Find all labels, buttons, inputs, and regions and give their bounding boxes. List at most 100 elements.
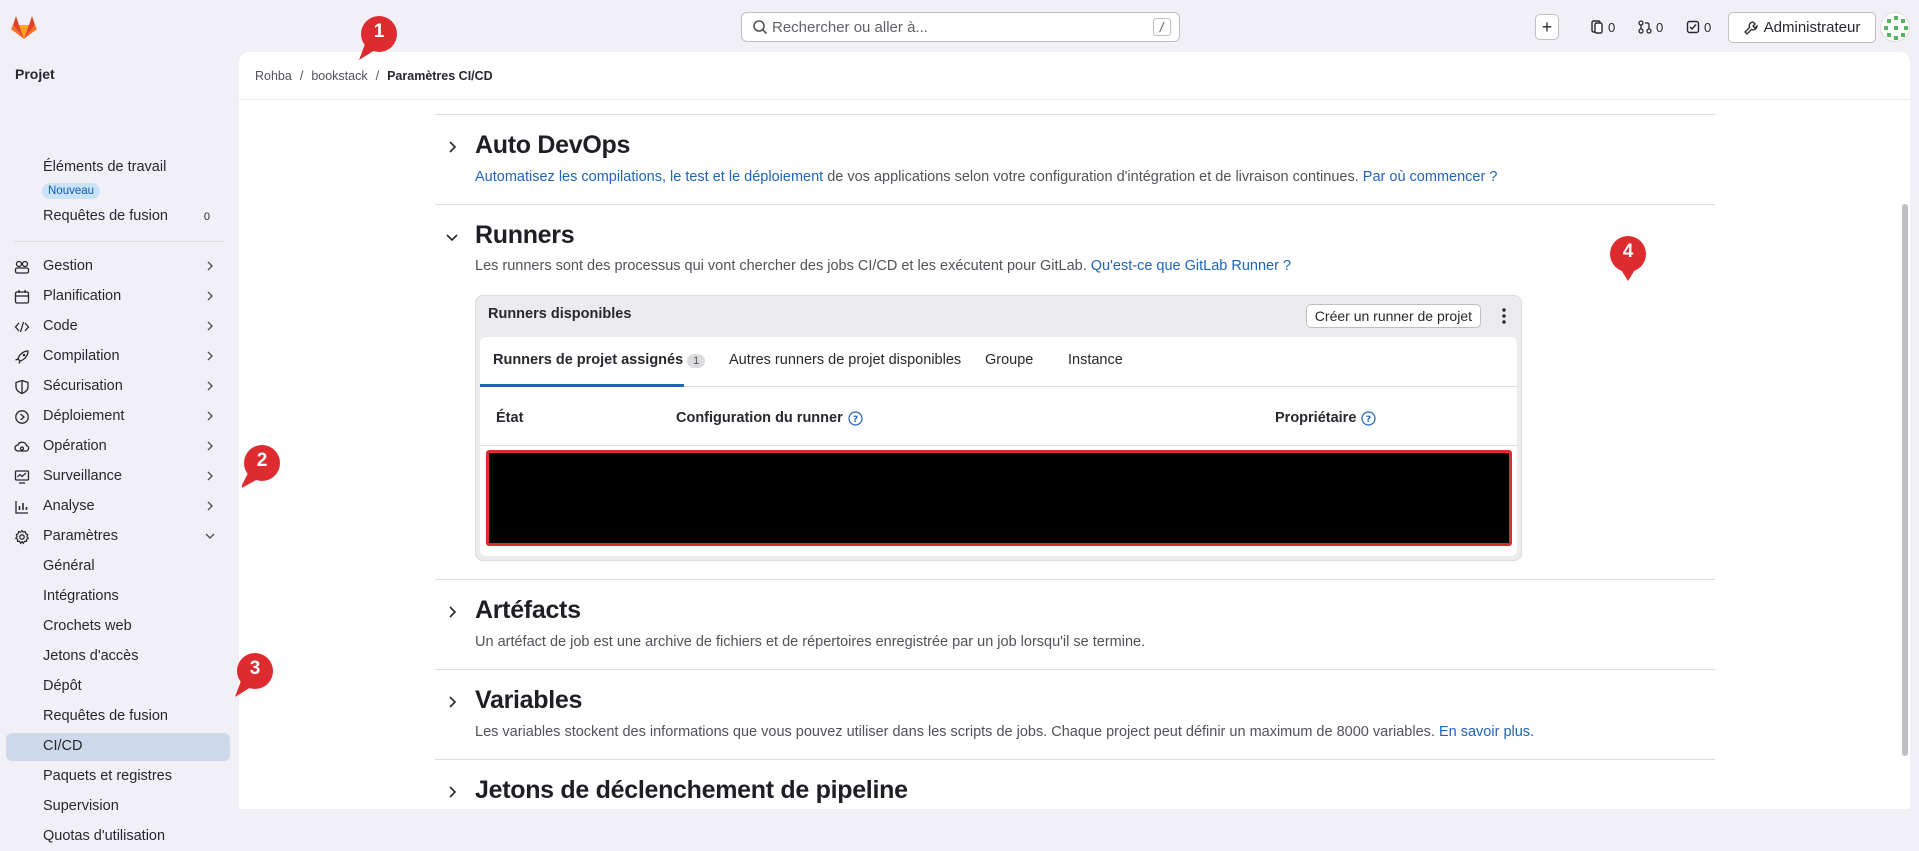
sidebar-item-operation[interactable]: Opération [6,433,230,461]
annotation-marker-3: 3 [235,651,275,699]
chevron-right-icon [207,441,213,451]
sidebar-item-code[interactable]: Code [6,313,230,341]
sidebar-item-label: Quotas d'utilisation [43,828,166,844]
create-new-button[interactable]: + [1535,14,1559,40]
sidebar-subitem-monitoring[interactable]: Supervision [6,793,230,821]
help-icon[interactable]: ? [848,410,863,426]
sidebar-subitem-packages[interactable]: Paquets et registres [6,763,230,791]
todo-icon [1686,20,1700,34]
chevron-right-icon[interactable] [445,605,459,619]
sidebar-item-label: Paramètres [43,528,118,544]
cloud-gear-icon [14,441,30,452]
search-input[interactable]: Rechercher ou aller à... / [741,12,1180,42]
section-title-autodevops[interactable]: Auto DevOps [475,131,630,160]
todos-counter[interactable]: 0 [1686,14,1711,40]
sidebar-subitem-cicd[interactable]: CI/CD [6,733,230,761]
gitlab-logo-icon[interactable] [10,13,38,41]
section-desc-artifacts: Un artéfact de job est une archive de fi… [475,634,1146,650]
breadcrumb: Rohba / bookstack / Paramètres CI/CD [255,69,493,83]
section-desc-variables: Les variables stockent des informations … [475,724,1534,740]
chevron-right-icon[interactable] [445,695,459,709]
marker-number: 1 [373,21,385,42]
autodevops-link[interactable]: Automatisez les compilations, le test et… [475,169,823,185]
breadcrumb-item-project[interactable]: bookstack [311,69,367,83]
sidebar-item-label: Compilation [43,348,120,364]
sidebar-item-merge-requests[interactable]: Requêtes de fusion 0 [6,203,230,231]
sidebar-item-partial[interactable] [6,74,230,82]
chevron-right-icon[interactable] [445,785,459,799]
sidebar-item-work-items[interactable]: Éléments de travail [6,154,230,182]
create-project-runner-button[interactable]: Créer un runner de projet [1305,304,1481,328]
admin-button[interactable]: Administrateur [1728,12,1876,43]
column-header-status: État [496,410,523,426]
help-icon[interactable]: ? [1361,410,1377,426]
tab-label: Runners de projet assignés [493,352,684,368]
sidebar-item-securisation[interactable]: Sécurisation [6,373,230,401]
chevron-right-icon[interactable] [445,140,459,154]
gitlab-runner-link[interactable]: Qu'est-ce que GitLab Runner ? [1091,258,1291,274]
sidebar-subitem-access-tokens[interactable]: Jetons d'accès [6,643,230,671]
sidebar-item-label: Requêtes de fusion [43,708,168,724]
sidebar: Projet Éléments de travail Nouveau Requê… [0,52,238,844]
svg-text:?: ? [853,415,858,425]
sidebar-subitem-usage-quotas[interactable]: Quotas d'utilisation [6,823,230,851]
sidebar-item-label: Sécurisation [43,378,123,394]
breadcrumb-item-group[interactable]: Rohba [255,69,292,83]
section-divider [435,669,1715,670]
plus-icon: + [1541,16,1553,37]
sidebar-subitem-repository[interactable]: Dépôt [6,673,230,701]
sidebar-item-label: Surveillance [43,468,122,484]
getting-started-link[interactable]: Par où commencer ? [1363,169,1498,185]
sidebar-item-label: CI/CD [43,738,83,754]
section-title-pipeline-triggers[interactable]: Jetons de déclenchement de pipeline [475,776,908,805]
issues-counter[interactable]: 0 [1590,14,1615,40]
scrollbar[interactable] [1902,204,1908,756]
wrench-icon [1743,20,1758,35]
sidebar-subitem-integrations[interactable]: Intégrations [6,583,230,611]
column-label: État [496,410,524,426]
svg-text:?: ? [1366,415,1371,425]
chevron-right-icon [207,291,213,301]
runners-tabs: Runners de projet assignés 1 Autres runne… [480,337,1517,387]
annotation-marker-4: 4 [1608,234,1648,282]
sidebar-item-compilation[interactable]: Compilation [6,343,230,371]
gear-icon [14,529,30,545]
section-title-variables[interactable]: Variables [475,686,582,715]
table-header-divider [480,445,1517,446]
sidebar-item-planification[interactable]: Planification [6,283,230,311]
marker-number: 4 [1622,241,1634,262]
section-desc-runners: Les runners sont des processus qui vont … [475,258,1291,274]
sidebar-item-deploiement[interactable]: Déploiement [6,403,230,431]
sidebar-item-gestion[interactable]: Gestion [6,253,230,281]
kebab-menu-icon[interactable] [1497,306,1511,326]
sidebar-item-parametres[interactable]: Paramètres [6,523,230,551]
sidebar-subitem-webhooks[interactable]: Crochets web [6,613,230,641]
chevron-down-icon[interactable] [445,230,459,244]
sidebar-item-label: Gestion [43,258,93,274]
sidebar-subitem-general[interactable]: Général [6,553,230,581]
code-icon [14,321,30,333]
sidebar-subitem-merge-requests[interactable]: Requêtes de fusion [6,703,230,731]
tab-group[interactable]: Groupe [985,352,1033,368]
chevron-right-icon [207,321,213,331]
tab-instance[interactable]: Instance [1068,352,1123,368]
learn-more-link[interactable]: En savoir plus. [1439,724,1534,740]
sidebar-item-analyse[interactable]: Analyse [6,493,230,521]
sidebar-item-label: Crochets web [43,618,132,634]
section-title-runners[interactable]: Runners [475,221,575,250]
tab-assigned-runners[interactable]: Runners de projet assignés 1 [493,352,706,368]
chevron-right-icon [207,501,213,511]
main-content: Rohba / bookstack / Paramètres CI/CD Aut… [239,52,1910,809]
search-icon [753,20,768,35]
chevron-right-icon [207,351,213,361]
sidebar-item-surveillance[interactable]: Surveillance [6,463,230,491]
breadcrumb-current: Paramètres CI/CD [387,69,493,83]
merge-requests-counter[interactable]: 0 [1638,14,1663,40]
user-avatar[interactable] [1880,12,1910,42]
shield-icon [15,379,29,395]
breadcrumb-divider [239,99,1910,100]
section-title-artifacts[interactable]: Artéfacts [475,596,581,625]
tab-other-runners[interactable]: Autres runners de projet disponibles [729,352,961,368]
column-label: Propriétaire [1275,410,1357,426]
sidebar-item-label: Opération [43,438,107,454]
